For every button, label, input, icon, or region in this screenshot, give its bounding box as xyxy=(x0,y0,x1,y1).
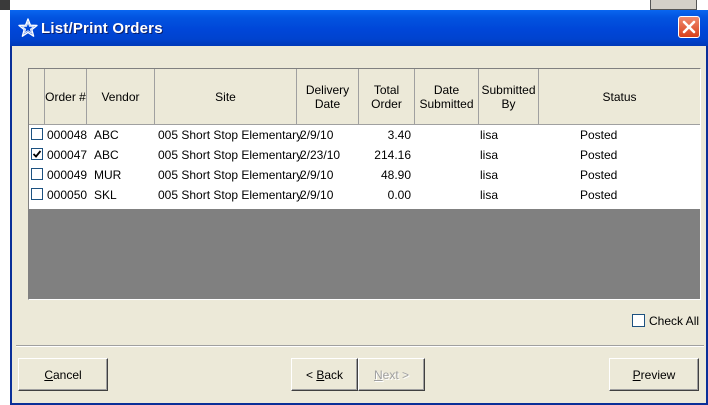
submitted-by-cell: lisa xyxy=(480,148,499,162)
vendor-cell: MUR xyxy=(94,168,122,182)
next-button-label: Next > xyxy=(373,367,410,382)
column-header-total-order[interactable]: Total Order xyxy=(359,69,415,124)
background-corner xyxy=(0,0,10,10)
close-button[interactable] xyxy=(678,16,700,38)
table-row[interactable]: 000049 MUR 005 Short Stop Elementary 2/9… xyxy=(29,165,700,185)
next-button[interactable]: Next > xyxy=(358,358,425,391)
footer-divider xyxy=(16,345,704,347)
background-strip xyxy=(0,0,708,10)
submitted-by-cell: lisa xyxy=(480,168,499,182)
grid-rows: 000048 ABC 005 Short Stop Elementary 2/9… xyxy=(29,125,700,209)
site-cell: 005 Short Stop Elementary xyxy=(158,148,303,162)
delivery-date-cell: 2/9/10 xyxy=(300,168,334,182)
column-header-order[interactable]: Order # xyxy=(45,69,87,124)
check-all-label[interactable]: Check All xyxy=(649,314,699,328)
status-cell: Posted xyxy=(580,188,618,202)
site-cell: 005 Short Stop Elementary xyxy=(158,188,303,202)
preview-button[interactable]: Preview xyxy=(609,358,699,391)
total-order-cell: 3.40 xyxy=(387,128,411,142)
submitted-by-cell: lisa xyxy=(480,128,499,142)
checkmark-icon xyxy=(32,150,42,158)
cancel-button[interactable]: Cancel xyxy=(18,358,108,391)
column-header-select[interactable] xyxy=(29,69,45,124)
row-checkbox[interactable] xyxy=(31,188,43,200)
table-row[interactable]: 000047 ABC 005 Short Stop Elementary 2/2… xyxy=(29,145,700,165)
check-all-box[interactable] xyxy=(632,314,645,327)
total-order-cell: 0.00 xyxy=(387,188,411,202)
window-title: List/Print Orders xyxy=(41,20,163,37)
order-number-cell: 000048 xyxy=(47,128,88,142)
row-checkbox[interactable] xyxy=(31,168,43,180)
dialog-window: List/Print Orders Order # Vendor Site De… xyxy=(10,10,708,405)
back-button-label: < Back xyxy=(305,367,344,382)
background-window-edge xyxy=(650,0,697,10)
column-header-submitted-by[interactable]: Submitted By xyxy=(479,69,539,124)
vendor-cell: SKL xyxy=(94,188,117,202)
column-header-status[interactable]: Status xyxy=(539,69,700,124)
orders-grid[interactable]: Order # Vendor Site Delivery Date Total … xyxy=(28,68,701,300)
site-cell: 005 Short Stop Elementary xyxy=(158,128,303,142)
delivery-date-cell: 2/23/10 xyxy=(300,148,341,162)
delivery-date-cell: 2/9/10 xyxy=(300,128,334,142)
order-number-cell: 000050 xyxy=(47,188,88,202)
status-cell: Posted xyxy=(580,168,618,182)
table-row[interactable]: 000050 SKL 005 Short Stop Elementary 2/9… xyxy=(29,185,700,205)
row-checkbox[interactable] xyxy=(31,148,43,160)
preview-button-label: Preview xyxy=(632,367,676,382)
site-cell: 005 Short Stop Elementary xyxy=(158,168,303,182)
row-checkbox[interactable] xyxy=(31,128,43,140)
order-number-cell: 000047 xyxy=(47,148,88,162)
vendor-cell: ABC xyxy=(94,148,119,162)
status-cell: Posted xyxy=(580,148,618,162)
column-header-delivery-date[interactable]: Delivery Date xyxy=(297,69,359,124)
total-order-cell: 214.16 xyxy=(374,148,411,162)
status-cell: Posted xyxy=(580,128,618,142)
vendor-cell: ABC xyxy=(94,128,119,142)
close-icon xyxy=(682,20,696,34)
cancel-button-label: Cancel xyxy=(44,367,82,382)
table-row[interactable]: 000048 ABC 005 Short Stop Elementary 2/9… xyxy=(29,125,700,145)
delivery-date-cell: 2/9/10 xyxy=(300,188,334,202)
submitted-by-cell: lisa xyxy=(480,188,499,202)
grid-header: Order # Vendor Site Delivery Date Total … xyxy=(29,69,700,125)
back-button[interactable]: < Back xyxy=(291,358,358,391)
column-header-date-submitted[interactable]: Date Submitted xyxy=(415,69,479,124)
order-number-cell: 000049 xyxy=(47,168,88,182)
column-header-site[interactable]: Site xyxy=(155,69,297,124)
column-header-vendor[interactable]: Vendor xyxy=(87,69,155,124)
total-order-cell: 48.90 xyxy=(380,168,411,182)
star-icon xyxy=(18,18,38,37)
title-bar[interactable]: List/Print Orders xyxy=(10,10,708,46)
